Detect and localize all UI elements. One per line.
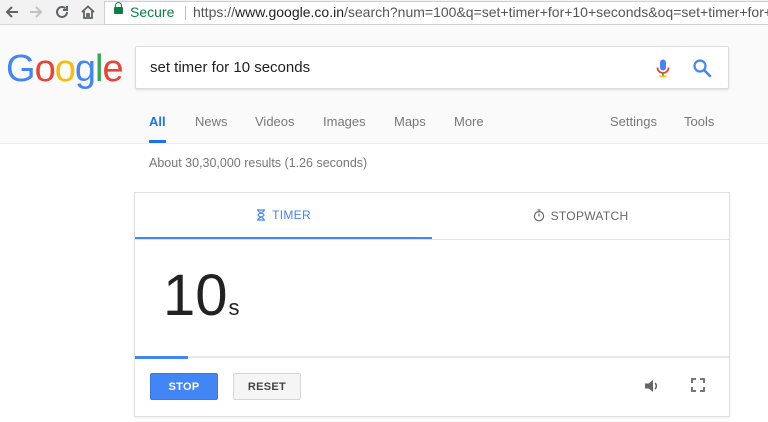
logo-letter: e	[102, 48, 123, 90]
address-divider	[185, 6, 186, 20]
tab-stopwatch-label: STOPWATCH	[550, 208, 629, 223]
tab-timer-label: TIMER	[272, 208, 311, 222]
tab-stopwatch[interactable]: STOPWATCH	[432, 193, 729, 238]
logo-letter: o	[54, 48, 76, 90]
search-header: Google set timer for 10 seconds All News…	[0, 25, 768, 144]
search-input[interactable]: set timer for 10 seconds	[150, 59, 310, 76]
logo-letter: G	[6, 48, 36, 90]
tab-all[interactable]: All	[149, 113, 166, 143]
tab-images[interactable]: Images	[323, 113, 366, 143]
back-arrow-icon[interactable]	[2, 2, 22, 22]
timer-card: TIMER STOPWATCH 10s STOP RESET	[134, 192, 730, 417]
timer-progress-fill	[135, 356, 189, 359]
tab-more[interactable]: More	[454, 113, 484, 143]
tab-maps[interactable]: Maps	[394, 113, 426, 143]
timer-unit: s	[228, 295, 240, 320]
logo-letter: o	[34, 48, 56, 90]
tab-timer[interactable]: TIMER	[135, 193, 432, 239]
home-icon[interactable]	[78, 2, 98, 22]
search-tabs: All News Videos Images Maps More Setting…	[0, 113, 768, 143]
reset-button[interactable]: RESET	[233, 373, 301, 400]
volume-icon[interactable]	[643, 378, 661, 394]
fullscreen-icon[interactable]	[690, 377, 706, 393]
secure-label: Secure	[130, 4, 175, 20]
stop-button[interactable]: STOP	[150, 373, 218, 400]
tab-videos[interactable]: Videos	[255, 113, 295, 143]
tab-news[interactable]: News	[195, 113, 228, 143]
google-logo[interactable]: Google	[6, 48, 124, 90]
tab-tools[interactable]: Tools	[684, 113, 714, 143]
search-box[interactable]: set timer for 10 seconds	[135, 46, 729, 89]
microphone-icon[interactable]	[653, 58, 673, 78]
logo-letter: g	[74, 48, 96, 90]
timer-progress-track	[135, 356, 729, 359]
url-text: https://www.google.co.in/search?num=100&…	[193, 4, 768, 20]
timer-value: 10	[163, 263, 228, 328]
reload-icon[interactable]	[52, 2, 72, 22]
address-bar[interactable]: Secure https://www.google.co.in/search?n…	[104, 1, 768, 25]
timer-card-tabs: TIMER STOPWATCH	[135, 193, 729, 240]
browser-toolbar: Secure https://www.google.co.in/search?n…	[0, 0, 768, 25]
hourglass-icon	[256, 209, 266, 221]
lock-icon	[114, 2, 123, 14]
search-icon[interactable]	[692, 58, 712, 78]
results-stats: About 30,30,000 results (1.26 seconds)	[149, 156, 368, 170]
tab-settings[interactable]: Settings	[610, 113, 657, 143]
forward-arrow-icon[interactable]	[26, 2, 46, 22]
timer-display: 10s	[163, 263, 240, 329]
stopwatch-icon	[533, 209, 545, 222]
